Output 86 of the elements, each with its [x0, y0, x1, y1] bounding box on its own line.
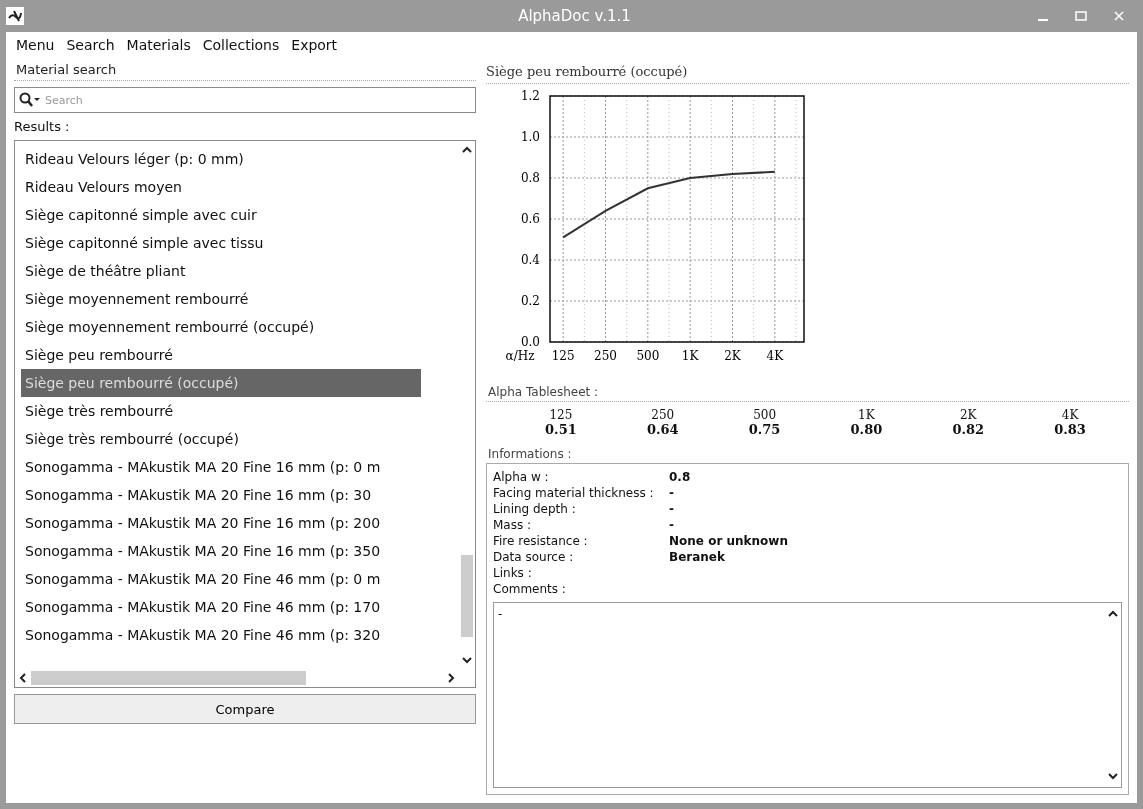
info-value: Beranek — [669, 550, 726, 566]
x-tick-label: 4K — [766, 349, 784, 363]
menu-item[interactable]: Materials — [122, 35, 195, 55]
scroll-right-icon[interactable] — [447, 673, 455, 683]
window-title: AlphaDoc v.1.1 — [517, 7, 632, 25]
axis-label: α/Hz — [505, 349, 535, 363]
info-value: - — [669, 518, 675, 534]
result-item[interactable]: Siège peu rembourré (occupé) — [21, 369, 421, 397]
scroll-down-icon[interactable] — [1108, 773, 1118, 781]
x-tick-label: 2K — [724, 349, 741, 363]
result-item[interactable]: Sonogamma - MAkustik MA 20 Fine 46 mm (p: 320 — [21, 621, 385, 649]
menu-item[interactable]: Menu — [12, 35, 59, 55]
result-item[interactable]: Siège moyennement rembourré (occupé) — [21, 313, 319, 341]
info-label: Fire resistance : — [493, 534, 589, 550]
alpha-value: 0.75 — [748, 422, 781, 437]
result-item[interactable]: Siège peu rembourré — [21, 341, 177, 369]
scroll-left-icon[interactable] — [19, 673, 27, 683]
scroll-down-icon[interactable] — [462, 657, 472, 665]
info-value: - — [669, 486, 675, 502]
result-item[interactable]: Sonogamma - MAkustik MA 20 Fine 16 mm (p: 30 — [21, 481, 376, 509]
result-item[interactable]: Siège de théâtre pliant — [21, 257, 190, 285]
result-item[interactable]: Sonogamma - MAkustik MA 20 Fine 16 mm (p: 200 — [21, 509, 385, 537]
x-tick-label: 500 — [636, 349, 660, 363]
y-tick-label: 1.0 — [520, 130, 540, 144]
scroll-up-icon[interactable] — [462, 145, 472, 153]
search-icon — [19, 92, 41, 108]
y-tick-label: 0.6 — [520, 212, 540, 226]
result-item[interactable]: Rideau Velours moyen — [21, 173, 186, 201]
info-label: Alpha w : — [493, 470, 550, 486]
alpha-value: 0.64 — [646, 422, 679, 437]
band-label: 500 — [753, 408, 777, 422]
app-logo-icon — [6, 7, 24, 25]
x-tick-label: 125 — [551, 349, 575, 363]
x-tick-label: 250 — [594, 349, 617, 363]
alpha-value: 0.80 — [850, 422, 883, 437]
material-title: Siège peu rembourré (occupé) — [486, 60, 1129, 84]
result-item[interactable]: Sonogamma - MAkustik MA 20 Fine 46 mm (p: 0 m — [21, 565, 385, 593]
x-tick-label: 1K — [681, 349, 699, 363]
section-title: Alpha Tablesheet : — [487, 384, 600, 401]
result-item[interactable]: Rideau Velours léger (p: 0 mm) — [21, 145, 248, 173]
y-tick-label: 1.2 — [520, 89, 540, 103]
result-item[interactable]: Siège capitonné simple avec cuir — [21, 201, 261, 229]
band-label: 4K — [1061, 408, 1079, 422]
info-label: Comments : — [493, 582, 567, 598]
info-label: Data source : — [493, 550, 575, 566]
band-label: 2K — [959, 408, 977, 422]
minimize-icon — [1038, 19, 1048, 21]
info-label: Links : — [493, 566, 533, 582]
band-label: 1K — [858, 408, 875, 422]
scrollbar-thumb[interactable] — [31, 671, 306, 685]
info-value: 0.8 — [669, 470, 692, 486]
band-label: 125 — [549, 408, 573, 422]
y-tick-label: 0.0 — [520, 335, 540, 349]
menu-item[interactable]: Collections — [198, 35, 284, 55]
band-label: 250 — [651, 408, 675, 422]
result-item[interactable]: Sonogamma - MAkustik MA 20 Fine 46 mm (p: 170 — [21, 593, 385, 621]
info-label: Lining depth : — [493, 502, 577, 518]
alpha-value: 0.83 — [1054, 422, 1086, 437]
alpha-value: 0.51 — [545, 422, 577, 437]
result-item[interactable]: Siège très rembourré — [21, 397, 178, 425]
scroll-up-icon[interactable] — [1108, 609, 1118, 617]
results-label: Results : — [14, 119, 71, 134]
info-label: Mass : — [493, 518, 533, 534]
y-tick-label: 0.4 — [520, 253, 540, 267]
maximize-icon — [1075, 11, 1087, 21]
alpha-value: 0.82 — [952, 422, 985, 437]
section-title: Material search — [14, 60, 476, 81]
info-label: Facing material thickness : — [493, 486, 655, 502]
result-item[interactable]: Siège très rembourré (occupé) — [21, 425, 243, 453]
result-item[interactable]: Siège capitonné simple avec tissu — [21, 229, 268, 257]
info-value: None or unknown — [669, 534, 789, 550]
comment-text: - — [497, 606, 504, 623]
info-value: - — [669, 502, 675, 518]
menu-item[interactable]: Search — [62, 35, 119, 55]
y-tick-label: 0.8 — [520, 171, 540, 185]
search-field[interactable]: Search — [14, 87, 476, 113]
scrollbar-thumb[interactable] — [461, 555, 473, 637]
menu-item[interactable]: Export — [287, 35, 342, 55]
close-icon — [1114, 11, 1124, 21]
y-tick-label: 0.2 — [520, 294, 540, 308]
result-item[interactable]: Sonogamma - MAkustik MA 20 Fine 16 mm (p: 350 — [21, 537, 385, 565]
compare-button[interactable]: Compare — [14, 694, 476, 724]
section-title: Informations : — [487, 446, 573, 463]
comments-field[interactable]: - — [493, 602, 1122, 788]
result-item[interactable]: Siège moyennement rembourré — [21, 285, 253, 313]
result-item[interactable]: Sonogamma - MAkustik MA 20 Fine 16 mm (p: 0 m — [21, 453, 385, 481]
